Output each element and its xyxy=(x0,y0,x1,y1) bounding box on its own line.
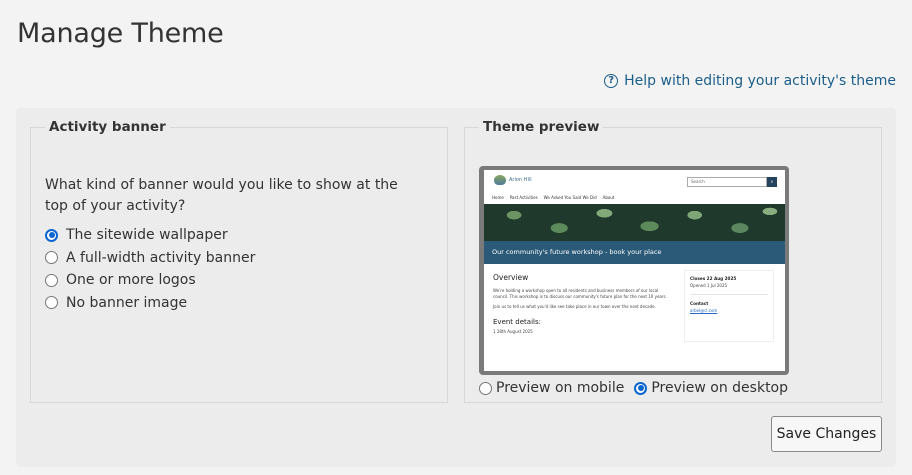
preview-search-box: Search xyxy=(687,177,767,187)
help-link[interactable]: ? Help with editing your activity's them… xyxy=(604,73,896,89)
preview-search: Search ⌕ xyxy=(687,177,777,187)
preview-event-date: 1 28th August 2025 xyxy=(493,329,533,334)
preview-frame: Arion Hill Search ⌕ Home Past Activities… xyxy=(479,166,789,375)
theme-preview-legend: Theme preview xyxy=(483,119,600,135)
preview-nav-item: Past Activities xyxy=(509,195,538,200)
radio-no-banner[interactable] xyxy=(45,296,58,310)
banner-question: What kind of banner would you like to sh… xyxy=(45,177,398,214)
preview-logo: Arion Hill xyxy=(494,175,532,185)
question-circle-icon: ? xyxy=(604,74,619,88)
preview-dates-card: Closes 22 Aug 2025 Opened 1 Jul 2025 Con… xyxy=(684,270,774,342)
preview-nav-item: Home xyxy=(492,195,504,200)
preview-overview-p1: We're holding a workshop open to all res… xyxy=(493,288,667,299)
preview-device-toggle: Preview on mobile Preview on desktop xyxy=(479,380,788,396)
preview-mobile-label: Preview on mobile xyxy=(496,380,625,396)
preview-nav-item: About xyxy=(602,195,615,200)
preview-desktop-label: Preview on desktop xyxy=(651,380,789,396)
preview-contact-label: Contact xyxy=(690,301,709,306)
activity-banner-legend: Activity banner xyxy=(49,119,166,135)
preview-mobile-option[interactable]: Preview on mobile xyxy=(479,380,624,396)
preview-opened: Opened 1 Jul 2025 xyxy=(690,283,728,288)
banner-option-logos[interactable]: One or more logos xyxy=(45,269,255,292)
divider xyxy=(690,294,768,295)
radio-full-width-banner[interactable] xyxy=(45,251,58,265)
page-title: Manage Theme xyxy=(17,18,224,49)
banner-option-none[interactable]: No banner image xyxy=(45,292,255,315)
search-icon: ⌕ xyxy=(767,177,777,187)
banner-option-sitewide-wallpaper[interactable]: The sitewide wallpaper xyxy=(45,224,255,247)
preview-overview-card: Overview We're holding a workshop open t… xyxy=(487,267,677,367)
preview-overview-title: Overview xyxy=(493,273,529,282)
preview-event-title: Event details: xyxy=(493,318,541,326)
radio-sitewide-wallpaper[interactable] xyxy=(45,228,58,242)
radio-logos[interactable] xyxy=(45,273,58,287)
preview-closes: Closes 22 Aug 2025 xyxy=(690,276,737,281)
preview-nav-item: We Asked You Said We Did xyxy=(543,195,597,200)
preview-hero-image xyxy=(484,204,785,241)
preview-screen: Arion Hill Search ⌕ Home Past Activities… xyxy=(484,170,785,371)
activity-banner-fieldset: Activity banner What kind of banner woul… xyxy=(30,119,448,403)
option-label: One or more logos xyxy=(66,272,196,289)
preview-overview-p2: Join us to tell us what you'd like see t… xyxy=(493,304,656,309)
theme-settings-panel: Activity banner What kind of banner woul… xyxy=(16,108,896,467)
banner-options: The sitewide wallpaper A full-width acti… xyxy=(45,224,255,314)
option-label: No banner image xyxy=(66,294,188,311)
preview-logo-text: Arion Hill xyxy=(509,176,532,183)
preview-nav: Home Past Activities We Asked You Said W… xyxy=(492,195,614,200)
preview-hero-title: Our community's future workshop - book y… xyxy=(484,241,785,264)
banner-option-full-width[interactable]: A full-width activity banner xyxy=(45,247,255,270)
logo-mark-icon xyxy=(494,175,506,185)
option-label: A full-width activity banner xyxy=(66,249,256,266)
preview-contact-email: arbel@cl.com xyxy=(690,308,718,313)
help-link-label: Help with editing your activity's theme xyxy=(624,73,896,89)
radio-preview-mobile[interactable] xyxy=(479,381,492,395)
preview-desktop-option[interactable]: Preview on desktop xyxy=(634,380,788,396)
theme-preview-fieldset: Theme preview Arion Hill Search ⌕ Home P… xyxy=(464,119,882,403)
option-label: The sitewide wallpaper xyxy=(66,227,228,244)
save-changes-button[interactable]: Save Changes xyxy=(771,416,882,452)
radio-preview-desktop[interactable] xyxy=(634,381,648,395)
